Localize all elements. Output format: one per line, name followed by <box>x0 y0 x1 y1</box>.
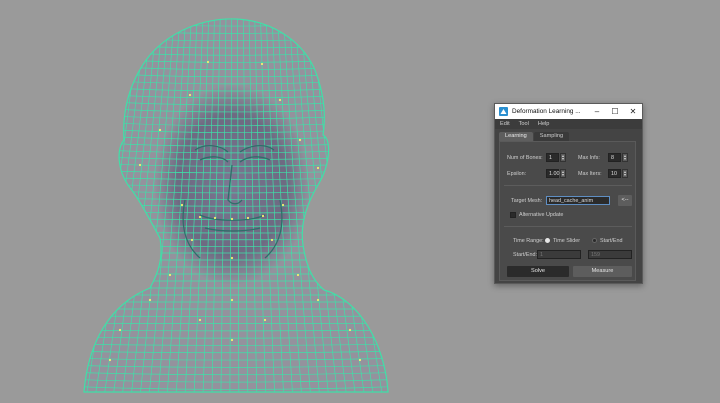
joint-point <box>296 273 300 277</box>
end-frame-input[interactable]: 159 <box>588 250 632 259</box>
joint-point <box>316 166 320 170</box>
joint-point <box>261 214 265 218</box>
joint-point <box>298 138 302 142</box>
time-slider-radio[interactable] <box>545 238 550 243</box>
max-iters-spinner[interactable] <box>622 169 628 178</box>
menu-bar: Edit Tool Help <box>495 119 642 129</box>
joint-point <box>148 298 152 302</box>
max-infs-input[interactable]: 8 <box>608 153 621 162</box>
menu-edit[interactable]: Edit <box>500 121 510 127</box>
joint-point <box>230 298 234 302</box>
joint-point <box>190 238 194 242</box>
joint-point <box>278 98 282 102</box>
time-range-label: Time Range: <box>513 238 544 244</box>
epsilon-label: Epsilon: <box>507 171 527 177</box>
joint-point <box>358 358 362 362</box>
target-mesh-label: Target Mesh: <box>511 198 543 204</box>
joint-point <box>213 216 217 220</box>
close-icon[interactable]: ✕ <box>624 104 642 119</box>
joint-point <box>246 216 250 220</box>
joint-point <box>230 338 234 342</box>
learning-panel: Num of Bones: 1 Max Infs: 8 Epsilon: 1.0… <box>499 141 636 281</box>
alternative-update-label: Alternative Update <box>519 212 564 218</box>
joint-point <box>230 217 234 221</box>
window-title: Deformation Learning ... <box>512 108 581 115</box>
joint-point <box>108 358 112 362</box>
max-iters-input[interactable]: 10 <box>608 169 621 178</box>
start-end-radio[interactable] <box>592 238 597 243</box>
pick-mesh-button[interactable]: <-- <box>618 195 632 206</box>
deformation-learning-window[interactable]: Deformation Learning ... – ☐ ✕ Edit Tool… <box>494 103 643 284</box>
num-bones-spinner[interactable] <box>560 153 566 162</box>
joint-point <box>188 93 192 97</box>
joint-point <box>198 215 202 219</box>
joint-point <box>348 328 352 332</box>
joint-point <box>260 62 264 66</box>
epsilon-input[interactable]: 1.00 <box>546 169 560 178</box>
joint-point <box>180 203 184 207</box>
title-bar[interactable]: Deformation Learning ... – ☐ ✕ <box>495 104 642 119</box>
joint-point <box>316 298 320 302</box>
measure-button[interactable]: Measure <box>573 266 632 277</box>
maximize-icon[interactable]: ☐ <box>606 104 624 119</box>
start-end-label: Start/End <box>600 238 623 244</box>
alternative-update-checkbox[interactable] <box>510 212 516 218</box>
epsilon-spinner[interactable] <box>560 169 566 178</box>
minimize-icon[interactable]: – <box>588 104 606 119</box>
num-bones-input[interactable]: 1 <box>546 153 559 162</box>
menu-help[interactable]: Help <box>538 121 550 127</box>
start-frame-input[interactable]: 1 <box>537 250 581 259</box>
tab-sampling[interactable]: Sampling <box>533 132 570 141</box>
num-bones-label: Num of Bones: <box>507 155 543 161</box>
time-slider-label: Time Slider <box>553 238 581 244</box>
menu-tool[interactable]: Tool <box>519 121 529 127</box>
joint-point <box>263 318 267 322</box>
max-infs-label: Max Infs: <box>578 155 600 161</box>
joint-point <box>230 256 234 260</box>
target-mesh-input[interactable]: head_cache_anim <box>546 196 610 205</box>
joint-point <box>138 163 142 167</box>
joint-point <box>158 128 162 132</box>
joint-point <box>198 318 202 322</box>
separator <box>504 185 632 186</box>
joint-point <box>270 238 274 242</box>
max-infs-spinner[interactable] <box>622 153 628 162</box>
tab-learning[interactable]: Learning <box>499 132 533 141</box>
max-iters-label: Max Iters: <box>578 171 602 177</box>
joint-point <box>281 203 285 207</box>
joint-point <box>206 60 210 64</box>
joint-point <box>168 273 172 277</box>
start-end-row-label: Start/End: <box>513 252 537 258</box>
tab-bar: Learning Sampling <box>499 132 570 141</box>
maya-app-icon <box>499 107 508 116</box>
solve-button[interactable]: Solve <box>507 266 569 277</box>
joint-point <box>118 328 122 332</box>
separator <box>504 226 632 227</box>
